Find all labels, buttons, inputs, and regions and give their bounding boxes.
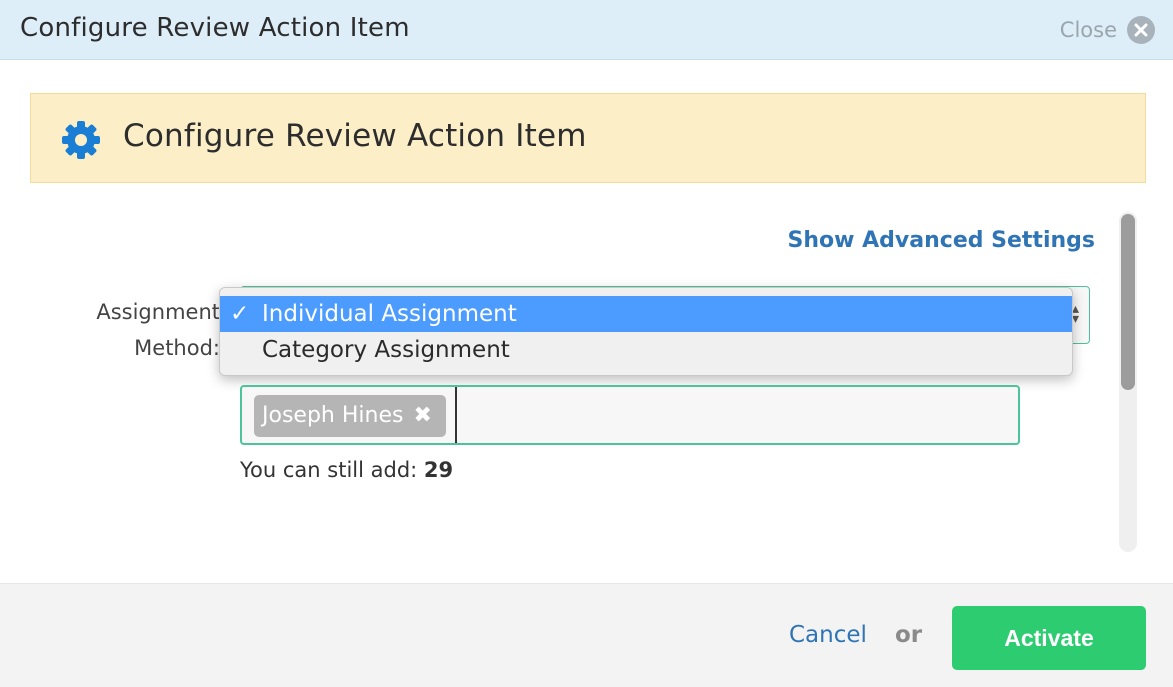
option-category-assignment[interactable]: Category Assignment (220, 332, 1072, 368)
select-arrows-icon: ▴ ▾ (1071, 301, 1079, 327)
remaining-count: 29 (423, 458, 454, 482)
gear-icon (62, 121, 100, 159)
assignment-method-label-line2: Method: (134, 336, 220, 360)
info-banner: Configure Review Action Item (30, 93, 1146, 183)
activate-button[interactable]: Activate (952, 606, 1146, 670)
checkmark-icon: ✓ (230, 301, 250, 327)
modal-title: Configure Review Action Item (20, 13, 410, 43)
close-label: Close (1059, 18, 1117, 42)
assignee-tag: Joseph Hines ✖ (254, 395, 446, 437)
modal-titlebar: Configure Review Action Item Close (0, 0, 1173, 60)
option-label: Category Assignment (262, 337, 510, 363)
text-cursor (455, 387, 457, 443)
assignee-tag-name: Joseph Hines (262, 403, 404, 428)
scrollbar-thumb[interactable] (1121, 214, 1135, 390)
remove-tag-icon[interactable]: ✖ (413, 395, 431, 437)
remaining-label: You can still add: (240, 458, 424, 482)
or-separator: or (895, 622, 923, 648)
close-icon[interactable] (1127, 16, 1155, 44)
assignment-method-label: Assignment Method: (60, 294, 220, 366)
content-scrollbar[interactable] (1119, 212, 1137, 552)
banner-heading: Configure Review Action Item (123, 118, 587, 154)
close-button[interactable]: Close (1060, 15, 1155, 45)
show-advanced-settings-link[interactable]: Show Advanced Settings (788, 228, 1095, 253)
assignment-method-label-line1: Assignment (96, 300, 220, 324)
remaining-count-text: You can still add: 29 (240, 458, 453, 482)
configure-review-modal: Configure Review Action Item Close Confi… (0, 0, 1173, 687)
assignee-tag-input[interactable]: Joseph Hines ✖ (240, 385, 1020, 445)
option-label: Individual Assignment (262, 301, 517, 327)
option-individual-assignment[interactable]: ✓ Individual Assignment (220, 296, 1072, 332)
assignment-method-dropdown[interactable]: ✓ Individual Assignment Category Assignm… (219, 287, 1073, 376)
modal-footer: Cancel or Activate (0, 583, 1173, 687)
cancel-link[interactable]: Cancel (789, 622, 867, 648)
